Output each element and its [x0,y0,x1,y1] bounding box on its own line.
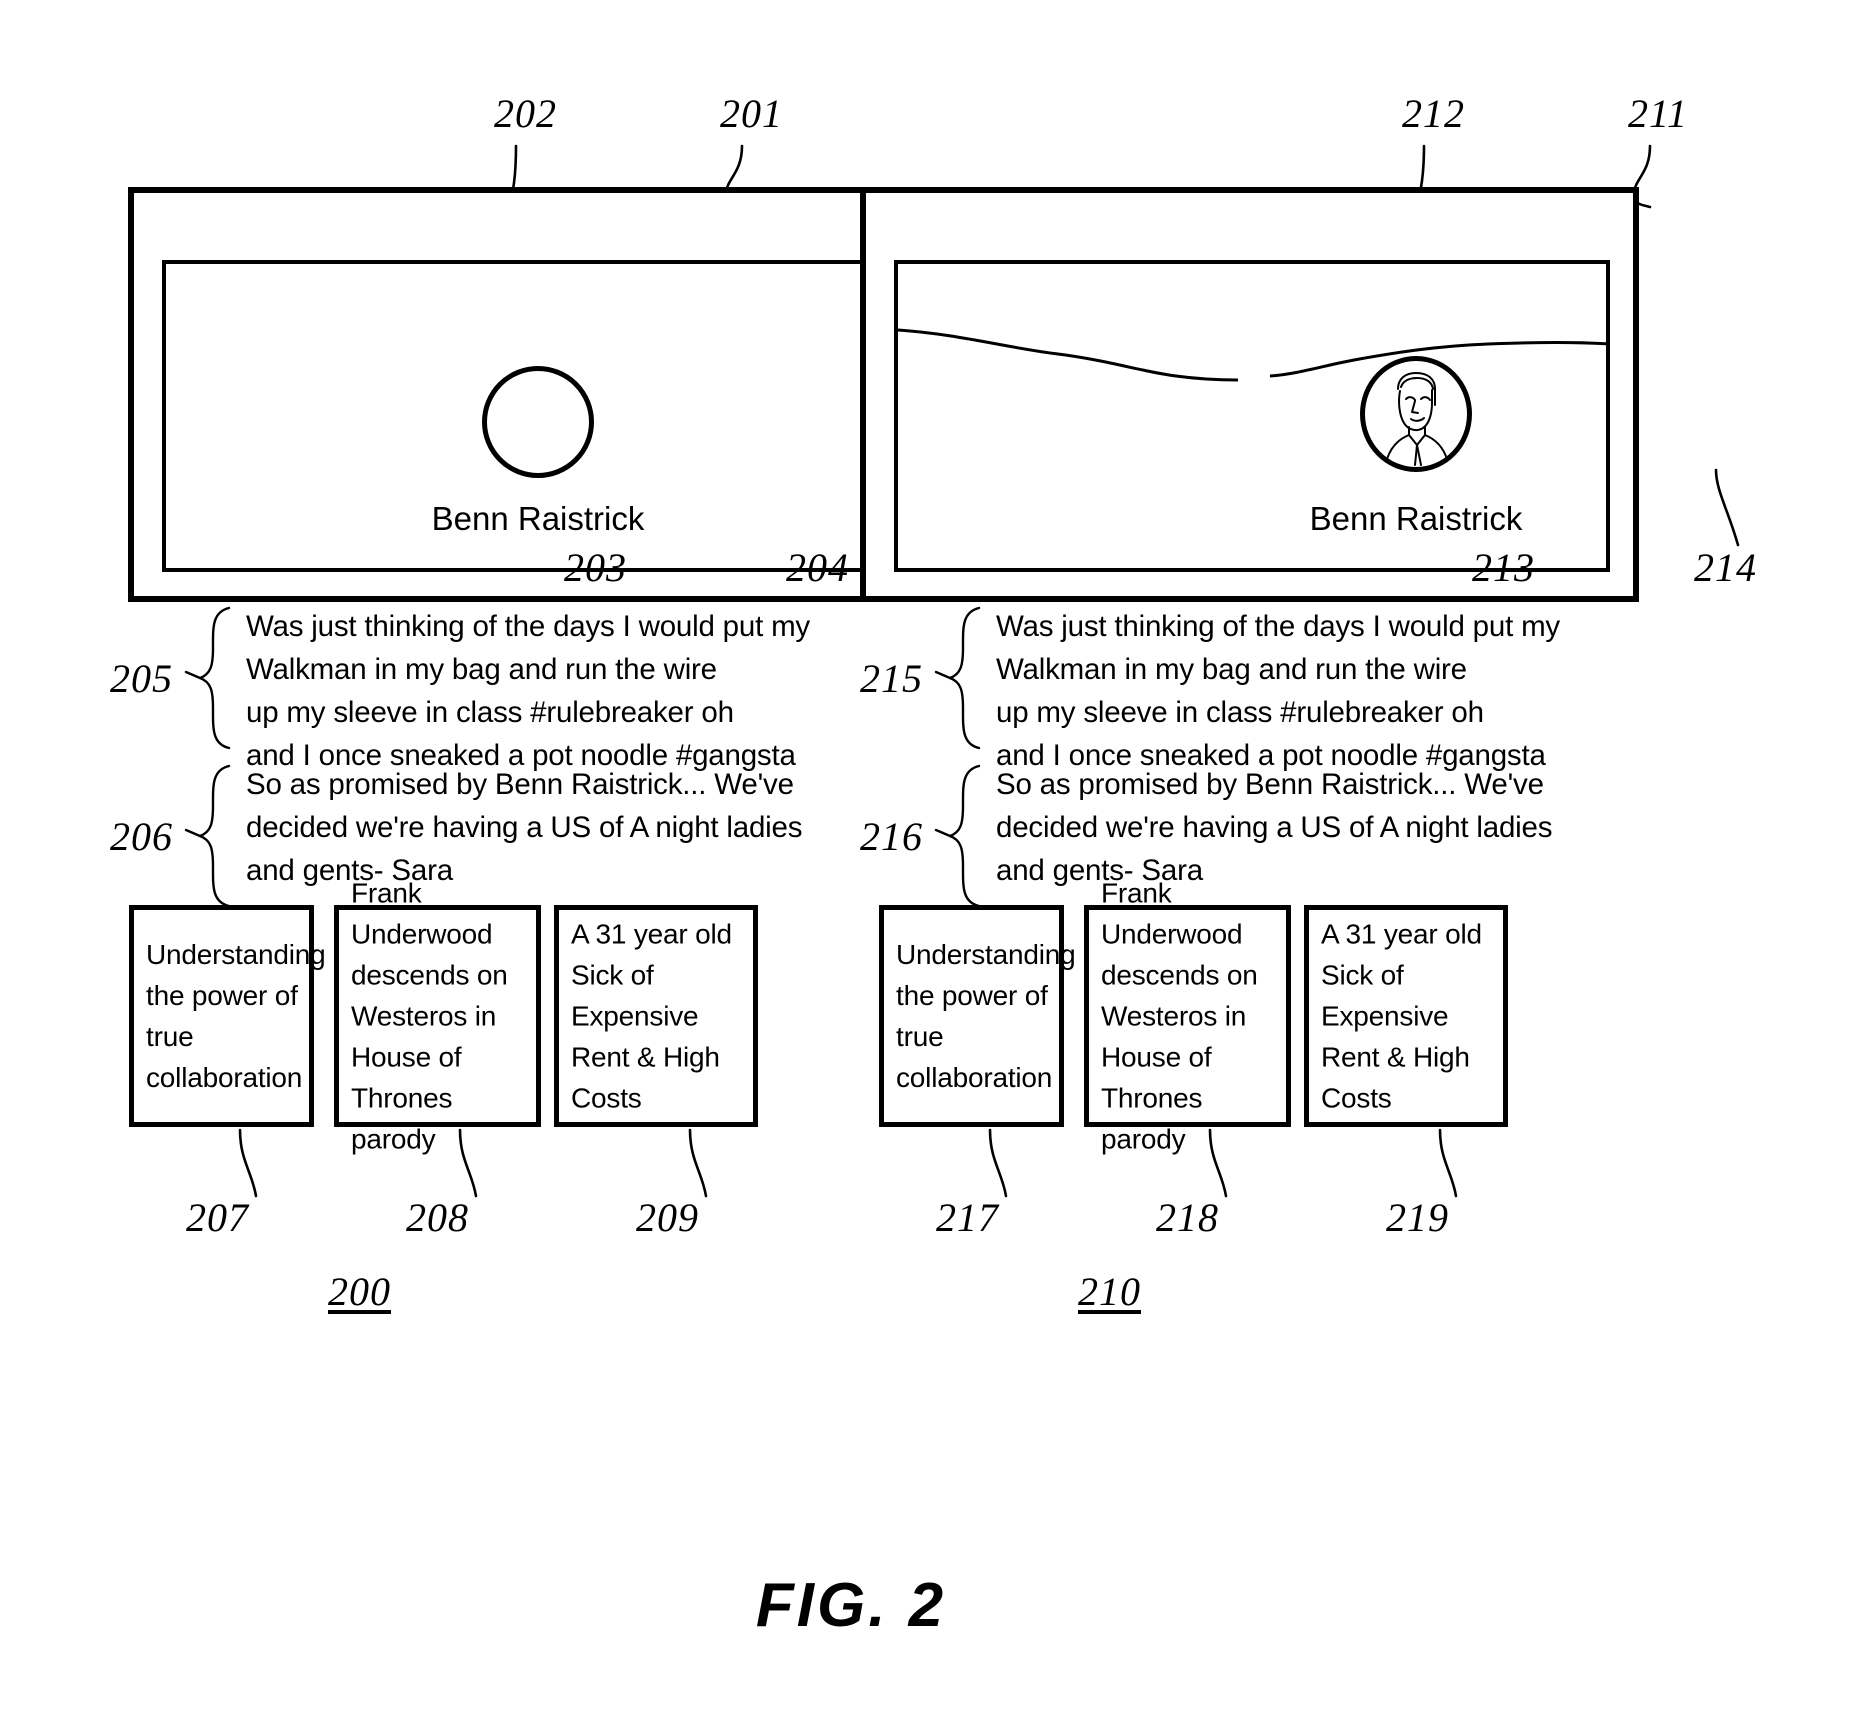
figure-caption: FIG. 2 [755,1571,947,1640]
article-card-217-text: Understanding the power of true collabor… [896,939,1076,1093]
avatar-portrait-sketch [1386,372,1448,466]
profile-name-right: Benn Raistrick [1309,500,1523,537]
article-card-219-text: A 31 year old Sick of Expensive Rent & H… [1321,918,1482,1114]
paragraph-216: So as promised by Benn Raistrick... We'v… [996,768,1553,887]
article-card-218[interactable]: Frank Underwood descends on Westeros in … [1084,878,1291,1155]
article-card-207[interactable]: Understanding the power of true collabor… [129,905,326,1127]
article-card-209-text: A 31 year old Sick of Expensive Rent & H… [571,918,732,1114]
paragraph-205: Was just thinking of the days I would pu… [246,610,810,772]
article-card-218-text: Frank Underwood descends on Westeros in … [1101,877,1258,1155]
ref-218: 218 [1156,1195,1219,1240]
ref-217: 217 [936,1195,999,1240]
ref-209: 209 [636,1195,699,1240]
ref-208: 208 [406,1195,469,1240]
article-card-217[interactable]: Understanding the power of true collabor… [879,905,1076,1127]
ref-213: 213 [1472,545,1535,590]
ref-205: 205 [110,656,173,701]
ref-210-figure-right: 210 [1078,1269,1141,1314]
ref-201: 201 [720,91,783,136]
paragraph-215: Was just thinking of the days I would pu… [996,610,1560,772]
article-card-207-text: Understanding the power of true collabor… [146,939,326,1093]
ref-211: 211 [1628,91,1689,136]
ref-219: 219 [1386,1195,1449,1240]
article-card-208-text: Frank Underwood descends on Westeros in … [351,877,508,1155]
avatar-image-right [1360,356,1472,472]
ref-202: 202 [494,91,557,136]
paragraph-206: So as promised by Benn Raistrick... We'v… [246,768,803,887]
ref-203: 203 [564,545,627,590]
ref-200-figure-left: 200 [328,1269,391,1314]
ref-214: 214 [1694,545,1757,590]
ref-215: 215 [860,656,923,701]
figure-canvas: Benn Raistrick 202 201 203 204 205 Was j… [0,0,1875,1709]
article-card-219[interactable]: A 31 year old Sick of Expensive Rent & H… [1304,905,1508,1127]
ref-204: 204 [786,545,849,590]
avatar-placeholder-left [482,366,594,478]
ref-207: 207 [186,1195,249,1240]
ref-216: 216 [860,814,923,859]
article-card-209[interactable]: A 31 year old Sick of Expensive Rent & H… [554,905,758,1127]
article-card-208[interactable]: Frank Underwood descends on Westeros in … [334,878,541,1155]
profile-name-left: Benn Raistrick [431,500,645,537]
ref-206: 206 [110,814,173,859]
ref-212: 212 [1402,91,1465,136]
